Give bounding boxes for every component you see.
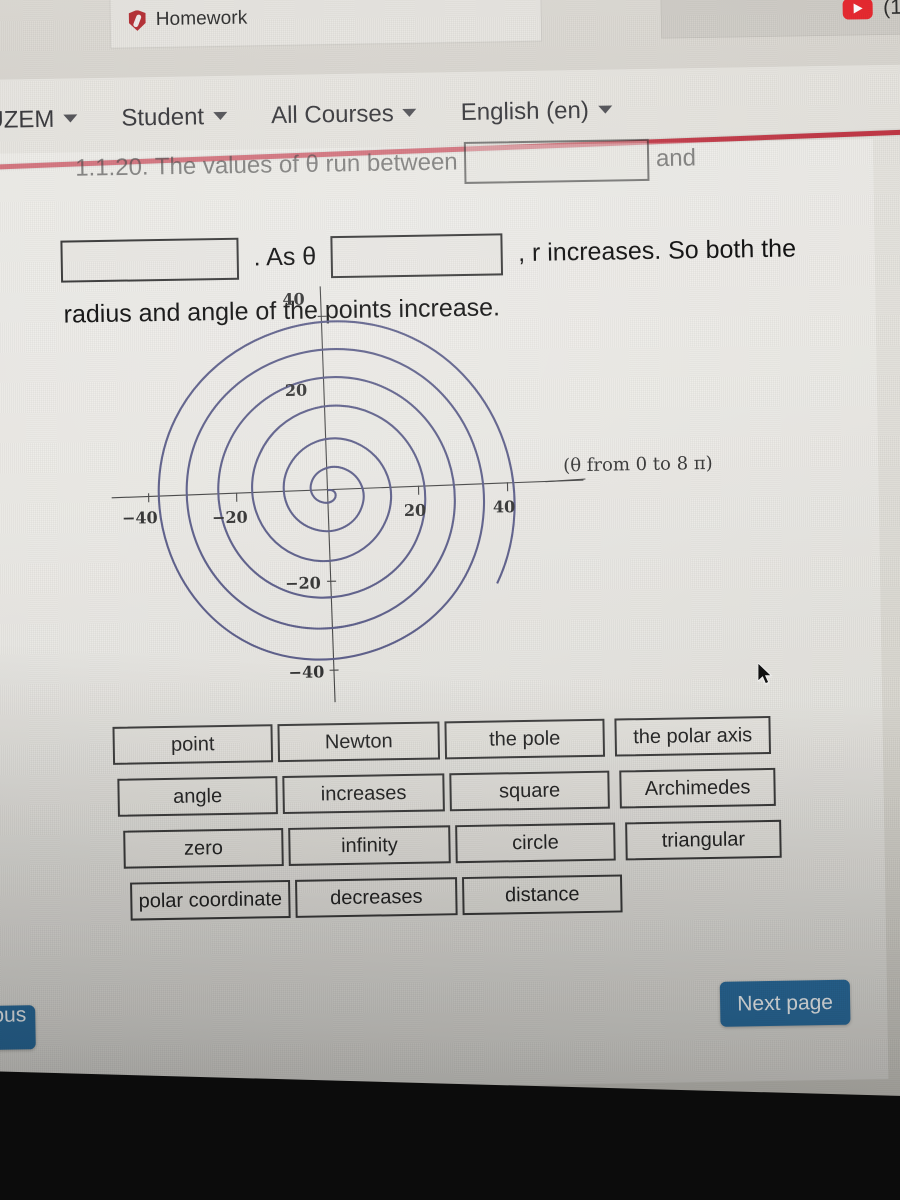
monitor-screen: Homework (152) UZEM Student All Courses: [0, 0, 900, 1181]
answer-options-pool: point Newton the pole the polar axis angle in…: [92, 715, 795, 933]
next-page-button[interactable]: Next page: [719, 979, 851, 1027]
option-tile[interactable]: Newton: [277, 721, 441, 763]
question-clipped-text: 1.1.20. The values of θ run between: [74, 148, 458, 182]
nav-item-student[interactable]: Student: [121, 103, 249, 133]
option-tile-label: zero: [183, 836, 224, 860]
option-tile[interactable]: the polar axis: [614, 715, 772, 757]
option-tile[interactable]: triangular: [625, 819, 782, 861]
question-and-word: and: [655, 144, 697, 173]
browser-tab-youtube[interactable]: (152): [660, 0, 900, 39]
nav-item-label: All Courses: [270, 100, 395, 130]
option-tile[interactable]: distance: [462, 874, 623, 916]
ytick-label-neg40: −40: [288, 662, 324, 682]
option-tile-label: the polar axis: [633, 723, 753, 748]
figure-theta-range-note: (θ from 0 to 8 π): [563, 452, 713, 477]
browser-tabstrip: Homework (152): [0, 0, 900, 50]
xtick-label-40: 40: [493, 497, 516, 516]
option-tile-label: decreases: [330, 885, 423, 909]
question-card: 1.1.20. The values of θ run between and …: [0, 138, 889, 1094]
ytick-label-neg20: −20: [285, 573, 321, 593]
xtick-label-20: 20: [404, 501, 427, 520]
chevron-down-icon: [213, 111, 228, 121]
option-tile-label: polar coordinate: [138, 887, 283, 912]
mouse-cursor: [758, 663, 773, 685]
option-tile[interactable]: Archimedes: [619, 767, 776, 809]
option-tile[interactable]: increases: [282, 773, 445, 815]
option-tile-label: circle: [511, 830, 559, 854]
option-tile-label: the pole: [488, 726, 561, 751]
question-tail: , r increases. So both the: [517, 234, 797, 267]
option-tile-label: Newton: [324, 729, 393, 753]
option-tile-label: square: [498, 778, 561, 802]
option-tile[interactable]: point: [112, 724, 274, 765]
option-tile[interactable]: square: [449, 770, 610, 812]
chevron-down-icon: [402, 108, 417, 117]
option-tile-label: angle: [172, 784, 223, 808]
option-tile[interactable]: the pole: [444, 718, 606, 760]
option-tile-label: triangular: [661, 827, 746, 852]
option-tile-label: Archimedes: [644, 775, 751, 800]
nav-item-uzem[interactable]: UZEM: [0, 105, 100, 135]
youtube-play-icon: [842, 0, 874, 20]
option-tile[interactable]: angle: [117, 776, 278, 817]
xtick-label-neg40: −40: [122, 508, 158, 528]
moodle-shield-icon: [129, 10, 146, 31]
nav-item-language[interactable]: English (en): [461, 96, 635, 127]
option-tile[interactable]: decreases: [295, 877, 458, 918]
option-tile-label: distance: [504, 882, 580, 906]
option-tile[interactable]: infinity: [288, 825, 451, 866]
option-tile[interactable]: zero: [123, 828, 284, 869]
dropzone-3[interactable]: [330, 233, 504, 279]
browser-chrome: Homework (152): [0, 0, 900, 81]
option-tile-label: point: [170, 732, 215, 756]
option-tile-label: increases: [320, 781, 407, 805]
nav-item-label: Student: [121, 103, 205, 132]
spiral-svg: −40 −20 20 40 40 20 −20 −40: [111, 286, 586, 703]
question-as-theta: . As θ: [253, 242, 317, 272]
spiral-figure: −40 −20 20 40 40 20 −20 −40 (θ from 0 to…: [70, 272, 717, 713]
chevron-down-icon: [597, 105, 612, 114]
ytick-label-40: 40: [282, 290, 305, 309]
figure-tick-labels: −40 −20 20 40 40 20 −20 −40: [122, 290, 516, 682]
previous-page-button[interactable]: Previous page: [0, 1005, 36, 1051]
option-tile[interactable]: polar coordinate: [130, 879, 291, 921]
dropzone-2[interactable]: [60, 237, 240, 283]
option-tile[interactable]: circle: [455, 822, 616, 864]
ytick-label-20: 20: [285, 381, 308, 400]
screen-photo: Homework (152) UZEM Student All Courses: [0, 0, 900, 1200]
chevron-down-icon: [63, 114, 78, 123]
nav-item-label: English (en): [460, 96, 590, 127]
nav-item-all-courses[interactable]: All Courses: [271, 99, 439, 130]
nav-item-label: UZEM: [0, 105, 55, 134]
option-tile-label: infinity: [340, 833, 398, 857]
xtick-label-neg20: −20: [212, 508, 248, 528]
archimedean-spiral-curve: [157, 320, 516, 661]
dropzone-1[interactable]: [463, 138, 650, 184]
browser-tab-notification-count: (152): [882, 0, 900, 19]
browser-tab-title: Homework: [155, 7, 248, 31]
browser-tab-homework[interactable]: Homework: [110, 0, 542, 48]
